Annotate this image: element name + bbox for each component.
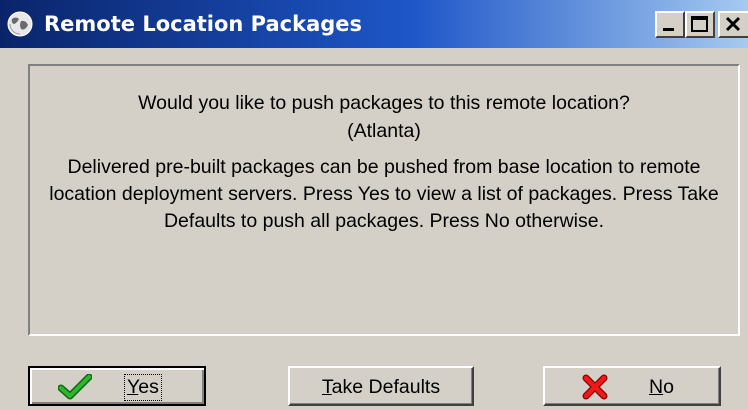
no-button[interactable]: No bbox=[543, 366, 721, 406]
no-button-label: No bbox=[649, 376, 674, 398]
minimize-button[interactable] bbox=[655, 11, 685, 38]
check-icon bbox=[57, 373, 93, 406]
maximize-icon bbox=[691, 16, 708, 32]
x-cancel-icon bbox=[581, 374, 609, 406]
question-text: Would you like to push packages to this … bbox=[138, 92, 630, 114]
title-bar[interactable]: Remote Location Packages bbox=[0, 0, 748, 48]
globe-icon bbox=[6, 10, 34, 38]
maximize-button[interactable] bbox=[685, 11, 715, 38]
take-defaults-button[interactable]: Take Defaults bbox=[288, 366, 474, 406]
location-text: (Atlanta) bbox=[347, 120, 421, 142]
window-title: Remote Location Packages bbox=[44, 12, 363, 36]
take-defaults-button-label: Take Defaults bbox=[321, 376, 441, 398]
message-panel: Would you like to push packages to this … bbox=[28, 64, 740, 336]
dialog-window: Remote Location Packages Would you like … bbox=[0, 0, 748, 410]
minimize-icon bbox=[663, 28, 674, 31]
close-icon bbox=[725, 16, 741, 32]
yes-button[interactable]: Yes bbox=[28, 366, 206, 406]
description-text: Delivered pre-built packages can be push… bbox=[49, 156, 719, 232]
yes-button-label: Yes bbox=[124, 374, 162, 401]
close-button[interactable] bbox=[718, 11, 748, 38]
